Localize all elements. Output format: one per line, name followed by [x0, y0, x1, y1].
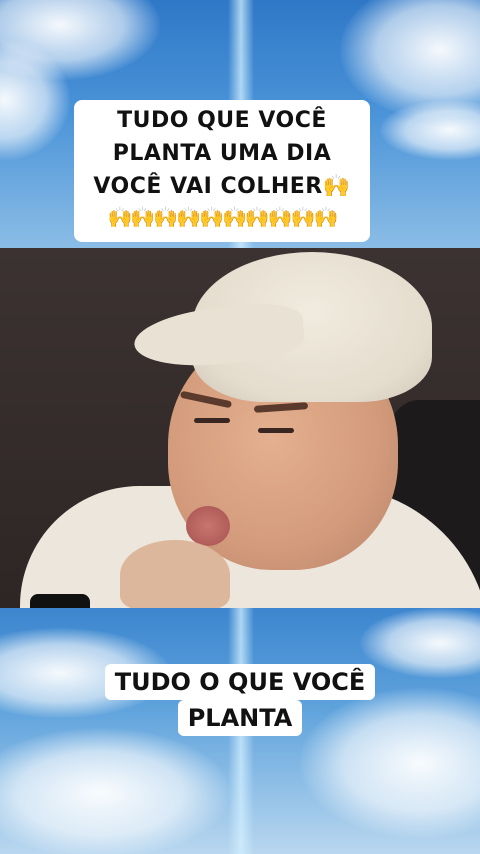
top-caption-line: PLANTA UMA DIA	[112, 141, 332, 166]
right-eye	[258, 428, 294, 433]
person-hand	[120, 540, 230, 610]
left-eye	[194, 418, 230, 423]
person-lips	[186, 506, 230, 546]
microphone	[30, 594, 90, 608]
bottom-caption-line: PLANTA	[177, 700, 303, 736]
top-caption-line: TUDO QUE VOCÊ	[117, 108, 327, 133]
top-caption-emoji-row: 🙌🙌🙌🙌🙌🙌🙌🙌🙌🙌	[107, 205, 338, 229]
cloud	[0, 728, 230, 854]
top-caption-line: VOCÊ VAI COLHER🙌	[93, 174, 351, 199]
top-caption: TUDO QUE VOCÊ PLANTA UMA DIA VOCÊ VAI CO…	[74, 100, 370, 242]
bottom-caption-line: TUDO O QUE VOCÊ	[104, 664, 376, 700]
bottom-caption: TUDO O QUE VOCÊ PLANTA	[0, 664, 480, 736]
